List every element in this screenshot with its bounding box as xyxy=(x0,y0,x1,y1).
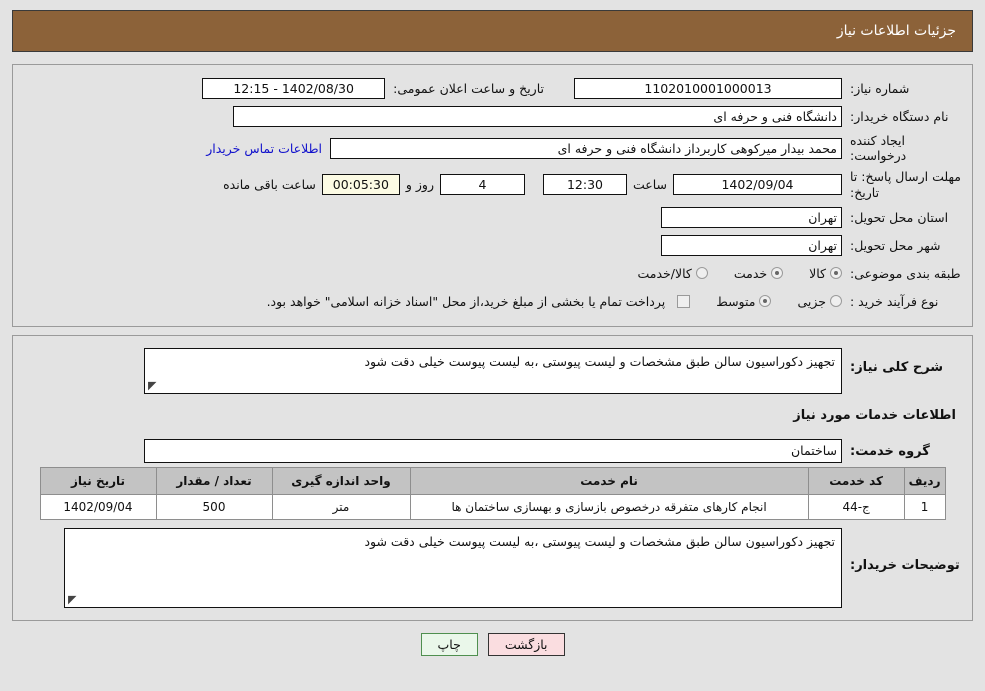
category-label: طبقه بندی موضوعی: xyxy=(850,265,961,281)
buyer-contact-link[interactable]: اطلاعات تماس خریدار xyxy=(198,141,330,156)
buyer-notes-textarea[interactable]: تجهیز دکوراسیون سالن طبق مشخصات و لیست پ… xyxy=(64,528,842,609)
buyer-org-value: دانشگاه فنی و حرفه ای xyxy=(233,105,842,127)
need-number-value: 1102010001000013 xyxy=(574,77,842,99)
category-option-kala-khedmat-label: کالا/خدمت xyxy=(637,265,692,281)
announce-datetime-value: 1402/08/30 - 12:15 xyxy=(202,77,386,99)
summary-textarea[interactable]: تجهیز دکوراسیون سالن طبق مشخصات و لیست پ… xyxy=(144,348,842,395)
table-header-row: ردیف کد خدمت نام خدمت واحد اندازه گیری ت… xyxy=(39,467,946,496)
need-info-panel: شماره نیاز: 1102010001000013 تاریخ و ساع… xyxy=(12,64,973,328)
process-option-motavasset-label: متوسط xyxy=(716,293,756,309)
col-qty: تعداد / مقدار xyxy=(155,467,273,496)
row-process: نوع فرآیند خرید : جزیی متوسط پرداخت تمام… xyxy=(23,290,962,312)
col-radif: ردیف xyxy=(903,467,946,496)
process-option-jozi[interactable]: جزیی xyxy=(797,294,842,309)
row-service-group: گروه خدمت: ساختمان xyxy=(23,439,962,464)
need-details-panel: شرح کلی نیاز: تجهیز دکوراسیون سالن طبق م… xyxy=(12,335,973,622)
radio-jozi[interactable] xyxy=(830,295,842,308)
treasury-note-text: پرداخت تمام یا بخشی از مبلغ خرید،از محل … xyxy=(266,293,666,309)
deadline-label: مهلت ارسال پاسخ: تا تاریخ: xyxy=(850,169,961,200)
need-number-label: شماره نیاز: xyxy=(850,80,910,96)
province-label: استان محل تحویل: xyxy=(850,209,949,225)
category-option-kala[interactable]: کالا xyxy=(809,266,842,281)
cell-code: ج-44 xyxy=(807,494,905,521)
province-value: تهران xyxy=(661,206,842,228)
row-buyer-org: نام دستگاه خریدار: دانشگاه فنی و حرفه ای xyxy=(23,105,962,127)
treasury-checkbox[interactable] xyxy=(677,294,691,308)
radio-khedmat[interactable] xyxy=(771,267,784,280)
col-code: کد خدمت xyxy=(807,467,905,496)
category-option-khedmat-label: خدمت xyxy=(733,265,768,281)
buyer-notes-value: تجهیز دکوراسیون سالن طبق مشخصات و لیست پ… xyxy=(364,534,835,550)
page-title: جزئیات اطلاعات نیاز xyxy=(836,23,956,39)
cell-name: انجام کارهای متفرقه درخصوص بازسازی و بهس… xyxy=(409,494,809,521)
category-option-kala-label: کالا xyxy=(809,265,826,281)
cell-unit: متر xyxy=(271,494,411,521)
summary-value: تجهیز دکوراسیون سالن طبق مشخصات و لیست پ… xyxy=(364,354,835,370)
col-unit: واحد اندازه گیری xyxy=(271,467,411,496)
cell-radif: 1 xyxy=(903,494,946,521)
announce-datetime-label: تاریخ و ساعت اعلان عمومی: xyxy=(393,80,544,96)
back-button[interactable]: بازگشت xyxy=(487,633,565,657)
deadline-date-value: 1402/09/04 xyxy=(673,174,842,196)
row-city: شهر محل تحویل: تهران xyxy=(23,234,962,256)
remaining-days-value: 4 xyxy=(439,174,525,196)
page-title-bar: جزئیات اطلاعات نیاز xyxy=(12,10,973,52)
buyer-org-label: نام دستگاه خریدار: xyxy=(850,108,949,124)
days-label: روز و xyxy=(405,177,434,193)
deadline-time-value: 12:30 xyxy=(542,174,627,196)
countdown-value: 00:05:30 xyxy=(321,174,400,196)
category-option-kala-khedmat[interactable]: کالا/خدمت xyxy=(637,265,708,281)
buyer-notes-label: توضیحات خریدار: xyxy=(850,558,960,574)
row-buyer-notes: توضیحات خریدار: تجهیز دکوراسیون سالن طبق… xyxy=(23,528,962,609)
col-date: تاریخ نیاز xyxy=(39,467,157,496)
creator-label: ایجاد کننده درخواست: xyxy=(850,133,907,163)
page-root: AriaTender.net جزئیات اطلاعات نیاز شماره… xyxy=(0,10,985,691)
process-option-jozi-label: جزیی xyxy=(797,293,826,309)
remaining-label: ساعت باقی مانده xyxy=(223,177,316,193)
city-value: تهران xyxy=(661,234,842,256)
process-option-motavasset[interactable]: متوسط xyxy=(716,293,772,309)
services-heading: اطلاعات خدمات مورد نیاز xyxy=(793,408,956,424)
radio-motavasset[interactable] xyxy=(759,295,772,308)
cell-date: 1402/09/04 xyxy=(39,494,157,521)
treasury-note-group[interactable]: پرداخت تمام یا بخشی از مبلغ خرید،از محل … xyxy=(267,294,691,309)
row-category: طبقه بندی موضوعی: کالا خدمت کالا/خدمت xyxy=(23,262,962,284)
print-button[interactable]: چاپ xyxy=(420,633,478,657)
row-creator: ایجاد کننده درخواست: محمد بیدار میرکوهی … xyxy=(23,133,962,163)
service-group-value: ساختمان xyxy=(144,439,842,464)
row-need-number: شماره نیاز: 1102010001000013 تاریخ و ساع… xyxy=(23,77,962,99)
summary-label: شرح کلی نیاز: xyxy=(850,360,944,376)
cell-qty: 500 xyxy=(155,494,273,521)
radio-kala[interactable] xyxy=(830,267,842,280)
process-label: نوع فرآیند خرید : xyxy=(850,293,939,309)
hour-label: ساعت xyxy=(632,177,667,193)
row-summary: شرح کلی نیاز: تجهیز دکوراسیون سالن طبق م… xyxy=(23,348,962,395)
row-province: استان محل تحویل: تهران xyxy=(23,206,962,228)
row-deadline: مهلت ارسال پاسخ: تا تاریخ: 1402/09/04 سا… xyxy=(23,169,962,200)
resize-grip-icon-2[interactable]: ◥ xyxy=(68,593,78,606)
action-button-bar: بازگشت چاپ xyxy=(0,633,985,657)
service-group-label: گروه خدمت: xyxy=(850,443,930,459)
creator-value: محمد بیدار میرکوهی کاربرداز دانشگاه فنی … xyxy=(330,137,842,159)
table-row: 1 ج-44 انجام کارهای متفرقه درخصوص بازساز… xyxy=(39,494,946,521)
resize-grip-icon[interactable]: ◥ xyxy=(148,379,158,392)
col-name: نام خدمت xyxy=(409,467,809,496)
services-table: ردیف کد خدمت نام خدمت واحد اندازه گیری ت… xyxy=(39,467,946,521)
category-option-khedmat[interactable]: خدمت xyxy=(733,265,784,281)
city-label: شهر محل تحویل: xyxy=(850,237,941,253)
radio-kala-khedmat[interactable] xyxy=(695,267,708,280)
